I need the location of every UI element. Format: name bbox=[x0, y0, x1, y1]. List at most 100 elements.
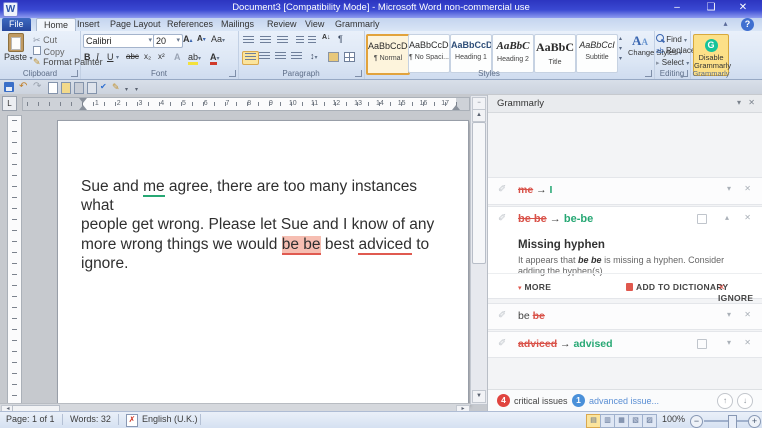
tab-stop-selector[interactable]: L bbox=[2, 96, 17, 111]
tab-mailings[interactable]: Mailings bbox=[214, 18, 261, 31]
subscript-button[interactable]: x₂ bbox=[144, 52, 151, 61]
collapse-card-icon[interactable]: ▴ bbox=[725, 213, 729, 222]
dismiss-card-icon[interactable]: ✕ bbox=[744, 213, 751, 222]
dismiss-card-icon[interactable]: ✕ bbox=[744, 338, 751, 347]
grow-font-button[interactable]: A▴ bbox=[183, 34, 193, 44]
full-screen-reading-view-button[interactable]: ▥ bbox=[600, 414, 615, 428]
change-case-button[interactable]: Aa▾ bbox=[211, 34, 225, 44]
close-button[interactable]: ✕ bbox=[730, 1, 756, 15]
align-center-button[interactable] bbox=[259, 52, 270, 62]
advanced-issues-link[interactable]: advanced issue... bbox=[589, 396, 659, 406]
zoom-out-button[interactable]: − bbox=[690, 415, 703, 428]
show-marks-button[interactable]: ¶ bbox=[338, 34, 343, 44]
suggestion-card-be-be-expanded[interactable]: ✐ be be → be-be ▴ ✕ Missing hyphen It ap… bbox=[488, 206, 762, 299]
style-no-spacing[interactable]: AaBbCcDc ¶ No Spaci... bbox=[408, 34, 450, 73]
justify-button[interactable] bbox=[291, 52, 302, 62]
ribbon-collapse-icon[interactable]: ▴ bbox=[719, 19, 732, 30]
tab-file[interactable]: File bbox=[2, 18, 31, 31]
tab-page-layout[interactable]: Page Layout bbox=[103, 18, 168, 31]
more-button[interactable]: ▾ MORE bbox=[518, 282, 551, 292]
styles-dialog-launcher[interactable] bbox=[645, 70, 652, 77]
underline-button[interactable]: U bbox=[107, 52, 114, 62]
bold-button[interactable]: B bbox=[84, 52, 91, 62]
font-color-button[interactable]: A▾ bbox=[210, 52, 220, 62]
zoom-level[interactable]: 100% bbox=[662, 414, 685, 424]
style-title[interactable]: AaBbC Title bbox=[534, 34, 576, 73]
paste-button[interactable]: Paste ▾ bbox=[4, 33, 28, 62]
grammar-issue-me[interactable]: me bbox=[143, 178, 165, 197]
sort-button[interactable]: A↓ bbox=[322, 34, 331, 41]
maximize-button[interactable]: ❑ bbox=[698, 1, 724, 15]
font-family-select[interactable]: Calibri ▾ bbox=[83, 34, 155, 48]
scroll-up-button[interactable]: ▲ bbox=[472, 109, 486, 122]
suggestion-card-me[interactable]: ✐ me → I ▾ ✕ bbox=[488, 177, 762, 205]
find-button[interactable]: Find ▾ bbox=[656, 34, 687, 44]
change-styles-button[interactable]: AA Change Styles ▾ bbox=[628, 33, 652, 58]
print-preview-button[interactable] bbox=[87, 82, 97, 98]
numbering-button[interactable] bbox=[260, 36, 271, 46]
horizontal-ruler[interactable]: 1234567891011121314151617 bbox=[22, 97, 470, 111]
proofing-status-icon[interactable]: ✗ bbox=[126, 414, 138, 427]
new-document-button[interactable] bbox=[48, 82, 58, 98]
style-subtitle[interactable]: AaBbCcI Subtitle bbox=[576, 34, 618, 73]
expand-card-icon[interactable]: ▾ bbox=[727, 184, 731, 193]
language-status[interactable]: English (U.K.) bbox=[142, 414, 198, 424]
next-issue-button[interactable]: ↓ bbox=[737, 393, 753, 409]
shading-button[interactable] bbox=[328, 52, 339, 64]
paragraph-dialog-launcher[interactable] bbox=[355, 70, 362, 77]
editing-dialog-launcher[interactable] bbox=[681, 70, 688, 77]
font-size-select[interactable]: 20 ▾ bbox=[153, 34, 183, 48]
dismiss-card-icon[interactable]: ✕ bbox=[744, 310, 751, 319]
grammar-issue-adviced[interactable]: adviced bbox=[358, 236, 411, 255]
document-page[interactable]: Sue and me agree, there are too many ins… bbox=[57, 120, 469, 405]
document-text[interactable]: Sue and me agree, there are too many ins… bbox=[81, 177, 441, 273]
line-spacing-button[interactable]: ↕▾ bbox=[310, 51, 318, 61]
print-layout-view-button[interactable]: ▤ bbox=[586, 414, 601, 428]
multilevel-list-button[interactable] bbox=[277, 36, 288, 46]
minimize-button[interactable]: – bbox=[664, 1, 690, 15]
vertical-scrollbar[interactable]: − ▲ ▼ bbox=[470, 95, 488, 405]
dismiss-card-icon[interactable]: ✕ bbox=[744, 184, 751, 193]
highlight-color-button[interactable]: ab▾ bbox=[188, 52, 201, 62]
help-icon[interactable]: ? bbox=[741, 18, 754, 31]
right-indent-marker[interactable] bbox=[452, 105, 460, 110]
clipboard-dialog-launcher[interactable] bbox=[71, 70, 78, 77]
highlighter-button[interactable]: ✎ bbox=[112, 81, 120, 93]
undo-button[interactable]: ↶ bbox=[19, 81, 27, 93]
card-popout-icon[interactable] bbox=[697, 339, 707, 349]
word-count[interactable]: Words: 32 bbox=[70, 414, 111, 424]
style-heading-1[interactable]: AaBbCcDc Heading 1 bbox=[450, 34, 492, 73]
text-effects-button[interactable]: A bbox=[174, 52, 181, 62]
strikethrough-button[interactable]: abc bbox=[126, 52, 139, 61]
tab-insert[interactable]: Insert bbox=[70, 18, 107, 31]
styles-scroll-down[interactable]: ▾ bbox=[619, 45, 622, 52]
previous-issue-button[interactable]: ↑ bbox=[717, 393, 733, 409]
tab-view[interactable]: View bbox=[298, 18, 331, 31]
web-layout-view-button[interactable]: ▦ bbox=[614, 414, 629, 428]
increase-indent-button[interactable] bbox=[308, 36, 316, 46]
outline-view-button[interactable]: ▧ bbox=[628, 414, 643, 428]
select-button[interactable]: ▸ Select ▾ bbox=[656, 58, 689, 67]
superscript-button[interactable]: x² bbox=[158, 52, 165, 61]
copy-button[interactable]: Copy bbox=[33, 46, 65, 57]
bullets-button[interactable] bbox=[243, 36, 254, 46]
grammar-issue-be-be[interactable]: be be bbox=[282, 236, 321, 255]
align-left-button[interactable] bbox=[242, 51, 259, 65]
add-to-dictionary-button[interactable]: ADD TO DICTIONARY bbox=[626, 282, 728, 292]
decrease-indent-button[interactable] bbox=[296, 36, 304, 46]
underline-caret-icon[interactable]: ▾ bbox=[116, 54, 119, 61]
tab-grammarly[interactable]: Grammarly bbox=[328, 18, 387, 31]
borders-button[interactable] bbox=[344, 52, 355, 64]
tab-review[interactable]: Review bbox=[260, 18, 304, 31]
first-line-indent-marker[interactable] bbox=[79, 98, 87, 103]
scrollbar-thumb[interactable] bbox=[472, 122, 486, 264]
shrink-font-button[interactable]: A▾ bbox=[197, 34, 206, 43]
ignore-button[interactable]: ✕ IGNORE bbox=[718, 282, 762, 303]
align-right-button[interactable] bbox=[275, 52, 286, 62]
vertical-ruler[interactable] bbox=[7, 115, 22, 407]
page-count[interactable]: Page: 1 of 1 bbox=[6, 414, 55, 424]
italic-button[interactable]: I bbox=[96, 52, 99, 62]
card-popout-icon[interactable] bbox=[697, 214, 707, 224]
expand-card-icon[interactable]: ▾ bbox=[727, 310, 731, 319]
spelling-button[interactable]: ✔ bbox=[100, 81, 107, 93]
